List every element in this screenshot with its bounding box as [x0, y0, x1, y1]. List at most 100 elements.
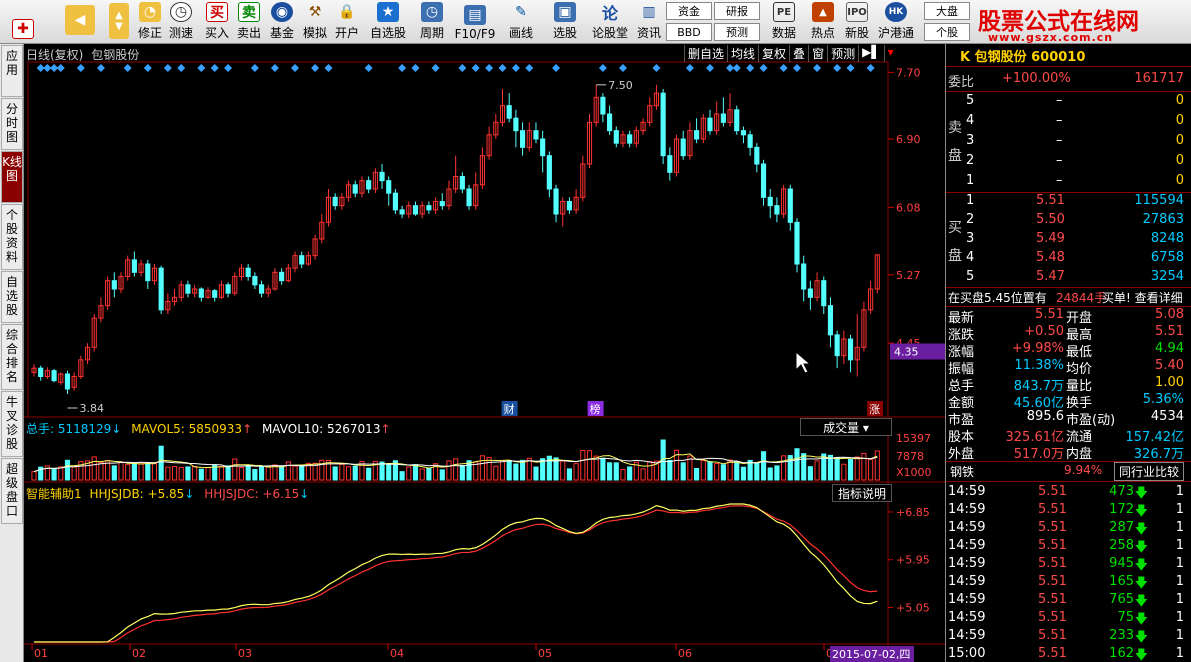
volume-bar [279, 465, 285, 481]
buy-button[interactable]: 买 买入 [202, 1, 232, 43]
draw-line-button[interactable]: ✎ 画线 [504, 1, 538, 43]
simulate-button[interactable]: ⚒ 模拟 [300, 1, 330, 43]
cesu-label: 测速 [168, 26, 193, 40]
volume-select[interactable]: 成交量 ▾ [800, 418, 892, 436]
peer-compare-button[interactable]: 同行业比较 [1114, 462, 1185, 481]
buy-level-row[interactable]: 2 5.50 27863 [946, 211, 1191, 231]
tick-price: 5.51 [1038, 592, 1067, 607]
tab-diagnose[interactable]: 牛叉诊股 [1, 391, 23, 457]
market-button[interactable]: 大盘 [924, 2, 970, 20]
updown-arrow-icon: ▲ ▼ [109, 3, 129, 39]
candle-body [439, 201, 445, 207]
tab-kline[interactable]: K线图 [1, 151, 23, 203]
candle-body [299, 255, 305, 265]
signal-diamond [705, 64, 714, 72]
overlay-tool[interactable]: 叠 [789, 45, 808, 62]
tab-profile[interactable]: 个股资料 [1, 204, 23, 270]
chart-toolbar: 删自选 均线 复权 叠 窗 预测 ▶▌ ▾ [684, 45, 897, 62]
cesu-button[interactable]: ◷ 测速 [166, 1, 196, 43]
watchlist-button[interactable]: ★ 自选股 [368, 1, 408, 43]
expand-icon[interactable]: ▶▌ [858, 45, 883, 62]
forum-button[interactable]: 论 论股堂 [590, 1, 630, 43]
tab-ranking[interactable]: 综合排名 [1, 324, 23, 390]
buy-level-row[interactable]: 4 5.48 6758 [946, 249, 1191, 269]
volume-bar [345, 466, 352, 481]
period-button[interactable]: ◷ 周期 [414, 1, 450, 43]
tick-row: 14:59 5.51 233 🡇 1 [946, 628, 1191, 646]
level-number: 1 [966, 173, 975, 188]
candle-body [212, 290, 218, 298]
sell-button[interactable]: 卖 卖出 [234, 1, 264, 43]
indicator-help-button[interactable]: 指标说明 [832, 484, 892, 502]
fund-label: 基金 [269, 26, 294, 40]
tab-intraday[interactable]: 分时图 [1, 98, 23, 150]
adjust-tool[interactable]: 复权 [758, 45, 789, 62]
level-volume: 0 [1175, 113, 1184, 128]
research-button[interactable]: 研报 [714, 2, 760, 20]
window-tool[interactable]: 窗 [808, 45, 827, 62]
remove-watchlist-tool[interactable]: 删自选 [684, 45, 727, 62]
volume-bar [620, 469, 626, 481]
sector-row: 钢铁 9.94% 同行业比较 [946, 462, 1191, 482]
level-price: – [1056, 153, 1063, 168]
ma-tool[interactable]: 均线 [727, 45, 758, 62]
f10-button[interactable]: ▤ F10/F9 [454, 1, 496, 43]
data-button[interactable]: PE 数据 [766, 1, 802, 43]
kline-chart[interactable]: 7.706.906.085.274.454.357.503.84财榜涨15397… [24, 44, 945, 662]
sh-hk-icon: HK [885, 2, 907, 22]
buy-level-row[interactable]: 1 5.51 115594 [946, 192, 1191, 212]
dropdown-icon[interactable]: ▾ [883, 45, 897, 62]
level-volume: 0 [1175, 93, 1184, 108]
candle-body [627, 134, 633, 144]
volume-bar [453, 458, 459, 481]
buy-icon: 买 [206, 2, 228, 22]
candle-body [540, 138, 546, 157]
sell-level-row[interactable]: 4 – 0 [946, 112, 1191, 132]
sell-level-row[interactable]: 3 – 0 [946, 132, 1191, 152]
hot-button[interactable]: ▲ 热点 [808, 1, 838, 43]
quote-panel: K 包钢股份 600010 委比 +100.00% 161717 卖 盘 5–0… [945, 44, 1191, 662]
buy-level-row[interactable]: 3 5.49 8248 [946, 230, 1191, 250]
forecast-tool[interactable]: 预测 [827, 45, 858, 62]
candle-body [794, 221, 800, 265]
sell-level-row[interactable]: 5 – 0 [946, 92, 1191, 112]
volume-bar [252, 469, 258, 481]
tick-time: 14:59 [948, 574, 986, 589]
tick-count: 1 [1175, 592, 1184, 607]
fund-button[interactable]: ◉ 基金 [266, 1, 298, 43]
tab-super-quote[interactable]: 超级盘口 [1, 458, 23, 524]
ipo-button[interactable]: IPO 新股 [842, 1, 872, 43]
stat-row: 市盈 895.6 市盈(动) 4534 [946, 409, 1191, 428]
tab-apps[interactable]: 应用 [1, 45, 23, 97]
tick-row: 14:59 5.51 172 🡇 1 [946, 502, 1191, 520]
logo-button[interactable]: ✚ [2, 1, 44, 43]
signal-diamond [76, 64, 85, 72]
single-stock-button[interactable]: 个股 [924, 23, 970, 41]
tick-price: 5.51 [1038, 610, 1067, 625]
tick-price: 5.51 [1038, 628, 1067, 643]
open-account-button[interactable]: 🔒 开户 [332, 1, 362, 43]
signal-diamond [364, 64, 373, 72]
volume-bar [419, 468, 425, 481]
big-order-line[interactable]: 在买盘5.45位置有 24844手 买单! 查看详细 [946, 288, 1191, 308]
sell-level-row[interactable]: 1 – 0 [946, 172, 1191, 192]
mouse-cursor-icon [795, 350, 812, 374]
updown-button[interactable]: ▲ ▼ [105, 1, 133, 43]
forecast-button[interactable]: 预测 [714, 23, 760, 41]
bbd-button[interactable]: BBD [666, 23, 712, 41]
tab-watchlist[interactable]: 自选股 [1, 271, 23, 323]
candle-body [506, 105, 512, 119]
stock-select-button[interactable]: ▣ 选股 [548, 1, 582, 43]
big-order-link[interactable]: 买单! 查看详细 [1102, 289, 1183, 306]
price-tick-label: 6.90 [896, 133, 921, 146]
volume-bar [847, 459, 854, 481]
volume-bar [105, 460, 111, 481]
sell-level-row[interactable]: 2 – 0 [946, 152, 1191, 172]
candle-body [131, 259, 137, 273]
sh-hk-button[interactable]: HK 沪港通 [876, 1, 916, 43]
back-button[interactable]: ◀ [62, 1, 98, 43]
news-button[interactable]: ▥ 资讯 [634, 1, 664, 43]
buy-level-row[interactable]: 5 5.47 3254 [946, 268, 1191, 288]
capital-button[interactable]: 资金 [666, 2, 712, 20]
xiuzheng-button[interactable]: ◔ 修正 [136, 1, 164, 43]
